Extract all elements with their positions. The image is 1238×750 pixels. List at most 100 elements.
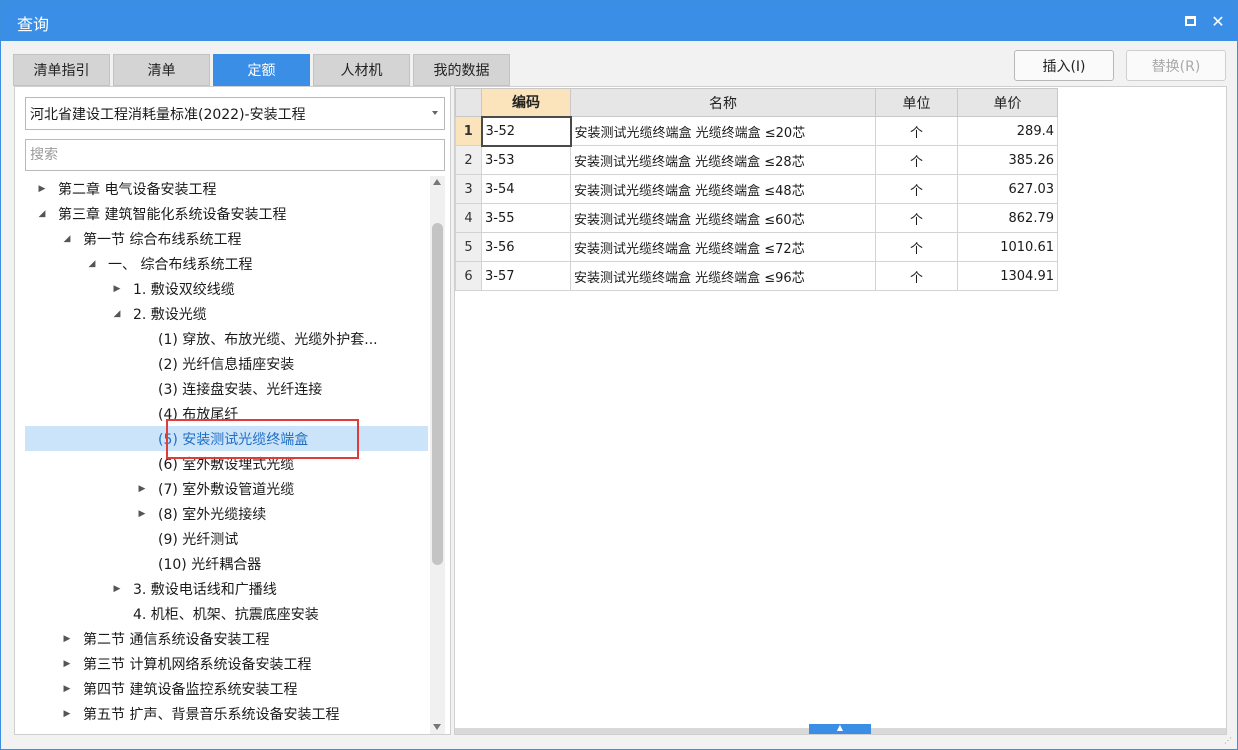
- tree-scrollbar[interactable]: [430, 176, 445, 734]
- row-number-cell[interactable]: 1: [455, 116, 482, 146]
- tree-node[interactable]: ▶ (8) 室外光缆接续: [25, 501, 428, 526]
- scrollbar-thumb[interactable]: [432, 223, 443, 565]
- title-bar[interactable]: 查询 ✕: [1, 1, 1237, 41]
- tree-node[interactable]: ▶ 第五节 扩声、背景音乐系统设备安装工程: [25, 701, 428, 726]
- column-header-unit[interactable]: 单位: [875, 88, 958, 117]
- price-cell[interactable]: 627.03: [957, 174, 1058, 204]
- code-cell[interactable]: 3-52: [480, 115, 572, 147]
- collapse-arrow-icon[interactable]: ▶: [111, 283, 123, 295]
- collapse-handle-icon[interactable]: ▲: [809, 724, 871, 734]
- expand-arrow-icon[interactable]: ◢: [86, 258, 98, 270]
- collapse-arrow-icon[interactable]: ▶: [136, 483, 148, 495]
- tree-node[interactable]: ▶ 1. 敷设双绞线缆: [25, 276, 428, 301]
- scroll-up-icon[interactable]: [433, 179, 441, 185]
- name-cell[interactable]: 安装测试光缆终端盒 光缆终端盒 ≤48芯: [570, 174, 876, 204]
- unit-cell[interactable]: 个: [875, 116, 958, 146]
- tree-node[interactable]: ◢ 第三章 建筑智能化系统设备安装工程: [25, 201, 428, 226]
- name-cell[interactable]: 安装测试光缆终端盒 光缆终端盒 ≤72芯: [570, 232, 876, 262]
- price-cell[interactable]: 862.79: [957, 203, 1058, 233]
- library-select[interactable]: 河北省建设工程消耗量标准(2022)-安装工程: [25, 97, 445, 130]
- tree-node[interactable]: (4) 布放尾纤: [25, 401, 428, 426]
- table-row[interactable]: 1 3-52 安装测试光缆终端盒 光缆终端盒 ≤20芯个 289.4: [455, 115, 1058, 147]
- tab-quota[interactable]: 定额: [213, 54, 310, 86]
- library-select-value: 河北省建设工程消耗量标准(2022)-安装工程: [30, 106, 306, 123]
- table-row[interactable]: 4 3-55 安装测试光缆终端盒 光缆终端盒 ≤60芯个 862.79: [455, 203, 1058, 233]
- tree-node[interactable]: ◢ 2. 敷设光缆: [25, 301, 428, 326]
- expand-arrow-icon[interactable]: ◢: [61, 233, 73, 245]
- tree-node-label: (9) 光纤测试: [158, 531, 239, 548]
- expand-arrow-icon[interactable]: ◢: [111, 308, 123, 320]
- row-number-cell[interactable]: 6: [455, 261, 482, 291]
- code-cell[interactable]: 3-56: [481, 232, 571, 262]
- code-cell[interactable]: 3-57: [481, 261, 571, 291]
- unit-cell[interactable]: 个: [875, 203, 958, 233]
- tree-node-label: 3. 敷设电话线和广播线: [133, 581, 277, 598]
- table-row[interactable]: 5 3-56 安装测试光缆终端盒 光缆终端盒 ≤72芯个 1010.61: [455, 232, 1058, 262]
- replace-button[interactable]: 替换(R): [1126, 50, 1226, 81]
- tree-node[interactable]: ◢ 第一节 综合布线系统工程: [25, 226, 428, 251]
- row-number-cell[interactable]: 4: [455, 203, 482, 233]
- expand-arrow-icon[interactable]: ◢: [36, 208, 48, 220]
- tree-node[interactable]: ▶ 3. 敷设电话线和广播线: [25, 576, 428, 601]
- tab-labor-material-machine[interactable]: 人材机: [313, 54, 410, 86]
- quota-grid: 编码 名称 单位 单价 1 3-52 安装测试光缆终端盒 光缆终端盒 ≤20芯个 28…: [455, 88, 1058, 291]
- collapse-arrow-icon[interactable]: ▶: [61, 708, 73, 720]
- tab-bill-guide[interactable]: 清单指引: [13, 54, 110, 86]
- collapse-arrow-icon[interactable]: ▶: [36, 183, 48, 195]
- name-cell[interactable]: 安装测试光缆终端盒 光缆终端盒 ≤96芯: [570, 261, 876, 291]
- tree-node[interactable]: (10) 光纤耦合器: [25, 551, 428, 576]
- tree-node-label: 2. 敷设光缆: [133, 306, 207, 323]
- maximize-button[interactable]: [1179, 10, 1201, 32]
- tree-node[interactable]: (6) 室外敷设埋式光缆: [25, 451, 428, 476]
- tree-node[interactable]: ◢ 一、 综合布线系统工程: [25, 251, 428, 276]
- resize-grip-icon[interactable]: ⋰: [1224, 736, 1234, 746]
- collapse-arrow-icon[interactable]: ▶: [61, 658, 73, 670]
- insert-button[interactable]: 插入(I): [1014, 50, 1114, 81]
- code-cell[interactable]: 3-55: [481, 203, 571, 233]
- price-cell[interactable]: 1010.61: [957, 232, 1058, 262]
- scroll-down-icon[interactable]: [433, 724, 441, 730]
- unit-cell[interactable]: 个: [875, 232, 958, 262]
- code-cell[interactable]: 3-53: [481, 145, 571, 175]
- tree-node[interactable]: ▶ 第二节 通信系统设备安装工程: [25, 626, 428, 651]
- table-row[interactable]: 2 3-53 安装测试光缆终端盒 光缆终端盒 ≤28芯个 385.26: [455, 145, 1058, 175]
- close-button[interactable]: ✕: [1207, 10, 1229, 32]
- name-cell[interactable]: 安装测试光缆终端盒 光缆终端盒 ≤60芯: [570, 203, 876, 233]
- collapse-arrow-icon[interactable]: ▶: [136, 508, 148, 520]
- price-cell[interactable]: 385.26: [957, 145, 1058, 175]
- column-header-name[interactable]: 名称: [570, 88, 876, 117]
- tree-node[interactable]: (5) 安装测试光缆终端盒: [25, 426, 428, 451]
- tree-node[interactable]: ▶ 第二章 电气设备安装工程: [25, 176, 428, 201]
- horizontal-splitter[interactable]: ▲: [455, 724, 1226, 734]
- collapse-arrow-icon[interactable]: ▶: [61, 633, 73, 645]
- code-cell[interactable]: 3-54: [481, 174, 571, 204]
- tree-node[interactable]: (2) 光纤信息插座安装: [25, 351, 428, 376]
- table-row[interactable]: 6 3-57 安装测试光缆终端盒 光缆终端盒 ≤96芯个 1304.91: [455, 261, 1058, 291]
- unit-cell[interactable]: 个: [875, 261, 958, 291]
- name-cell[interactable]: 安装测试光缆终端盒 光缆终端盒 ≤20芯: [570, 116, 876, 146]
- unit-cell[interactable]: 个: [875, 145, 958, 175]
- unit-cell[interactable]: 个: [875, 174, 958, 204]
- row-number-cell[interactable]: 5: [455, 232, 482, 262]
- tree-node[interactable]: (9) 光纤测试: [25, 526, 428, 551]
- tab-bill[interactable]: 清单: [113, 54, 210, 86]
- tree-node[interactable]: ▶ (7) 室外敷设管道光缆: [25, 476, 428, 501]
- collapse-arrow-icon[interactable]: ▶: [111, 583, 123, 595]
- price-cell[interactable]: 1304.91: [957, 261, 1058, 291]
- search-input[interactable]: [25, 139, 445, 171]
- tree-node[interactable]: (1) 穿放、布放光缆、光缆外护套...: [25, 326, 428, 351]
- column-header-code[interactable]: 编码: [481, 88, 571, 117]
- row-number-cell[interactable]: 3: [455, 174, 482, 204]
- table-row[interactable]: 3 3-54 安装测试光缆终端盒 光缆终端盒 ≤48芯个 627.03: [455, 174, 1058, 204]
- tree-node[interactable]: (3) 连接盘安装、光纤连接: [25, 376, 428, 401]
- tab-my-data[interactable]: 我的数据: [413, 54, 510, 86]
- column-header-price[interactable]: 单价: [957, 88, 1058, 117]
- name-cell[interactable]: 安装测试光缆终端盒 光缆终端盒 ≤28芯: [570, 145, 876, 175]
- tree-node[interactable]: ▶ 第三节 计算机网络系统设备安装工程: [25, 651, 428, 676]
- row-number-cell[interactable]: 2: [455, 145, 482, 175]
- collapse-arrow-icon[interactable]: ▶: [61, 683, 73, 695]
- tree-node[interactable]: 4. 机柜、机架、抗震底座安装: [25, 601, 428, 626]
- maximize-icon: [1184, 16, 1196, 26]
- price-cell[interactable]: 289.4: [957, 116, 1058, 146]
- tree-node[interactable]: ▶ 第四节 建筑设备监控系统安装工程: [25, 676, 428, 701]
